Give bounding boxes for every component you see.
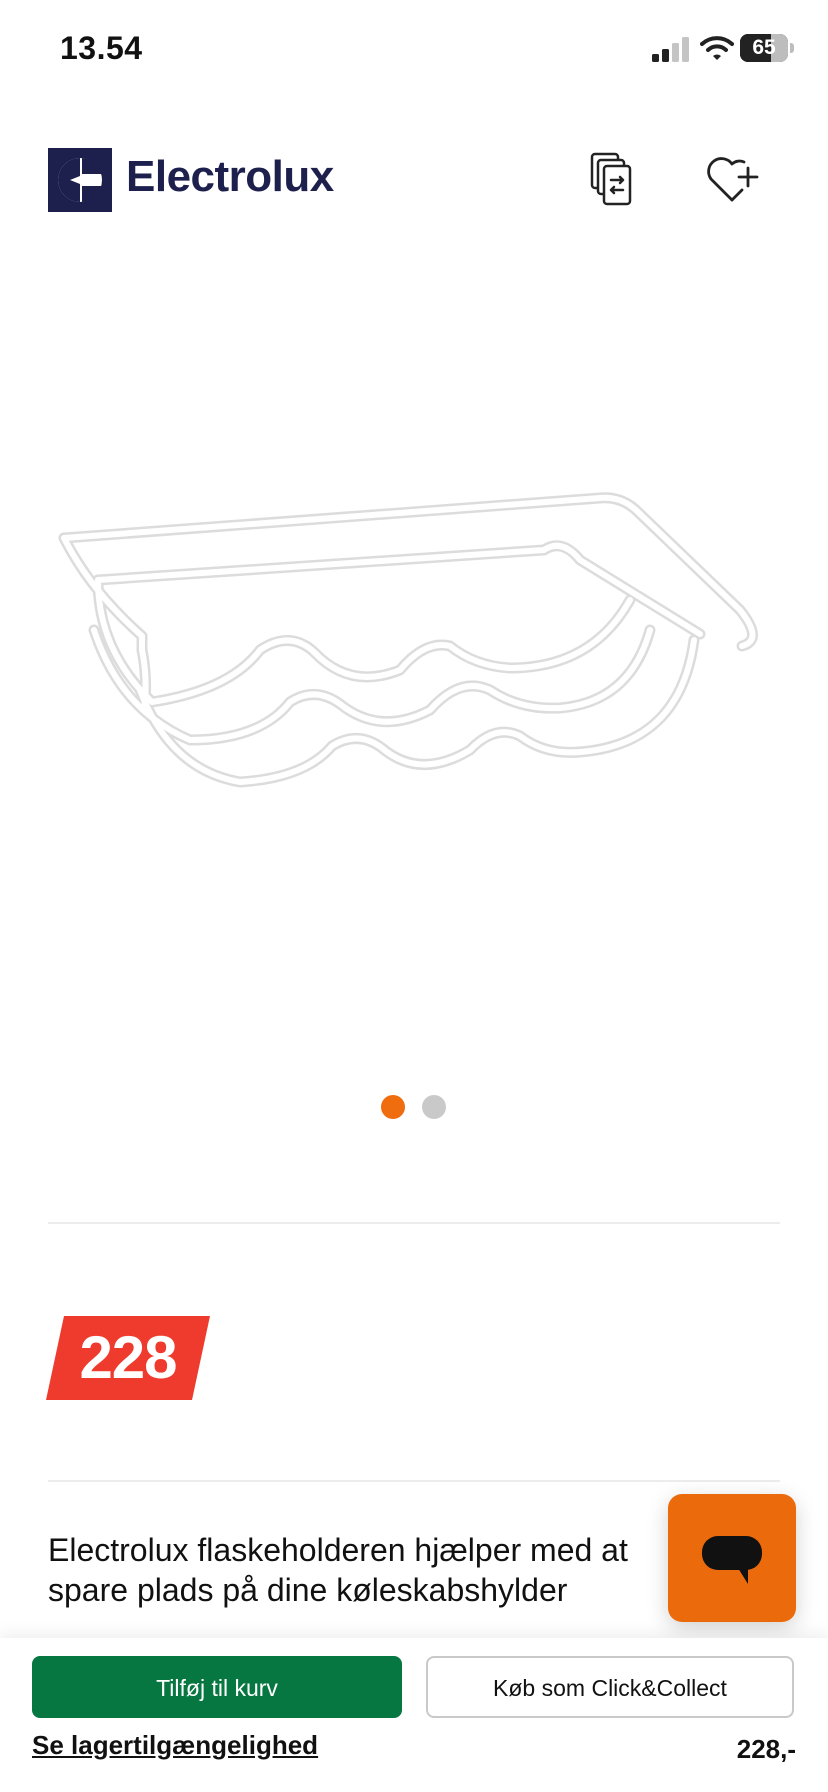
status-time: 13.54 xyxy=(60,30,143,66)
brand-name[interactable]: Electrolux xyxy=(126,152,334,202)
product-description: Electrolux flaskeholderen hjælper med at… xyxy=(48,1532,628,1608)
electrolux-logo-icon[interactable] xyxy=(48,148,112,212)
chat-bubble-icon xyxy=(702,1536,762,1584)
price-value: 228 xyxy=(79,1324,177,1391)
price-badge: 228 xyxy=(46,1316,210,1400)
chat-button[interactable] xyxy=(668,1494,796,1622)
product-image[interactable] xyxy=(40,440,788,840)
add-to-cart-button[interactable]: Tilføj til kurv xyxy=(32,1656,402,1718)
cellular-signal-icon xyxy=(652,37,689,62)
heart-plus-icon[interactable] xyxy=(704,152,760,206)
wifi-icon xyxy=(700,36,734,60)
compare-icon[interactable] xyxy=(586,150,642,210)
carousel-dot-2[interactable] xyxy=(422,1095,446,1119)
battery-level: 65 xyxy=(752,36,776,59)
battery-icon: 65 xyxy=(740,34,794,62)
divider xyxy=(48,1480,780,1482)
bottom-action-bar: Tilføj til kurv Køb som Click&Collect Se… xyxy=(0,1638,828,1792)
stock-availability-link[interactable]: Se lagertilgængelighed xyxy=(32,1730,318,1761)
bottom-price: 228,- xyxy=(736,1734,796,1764)
divider xyxy=(48,1222,780,1224)
carousel-dot-1[interactable] xyxy=(381,1095,405,1119)
click-and-collect-button[interactable]: Køb som Click&Collect xyxy=(426,1656,794,1718)
